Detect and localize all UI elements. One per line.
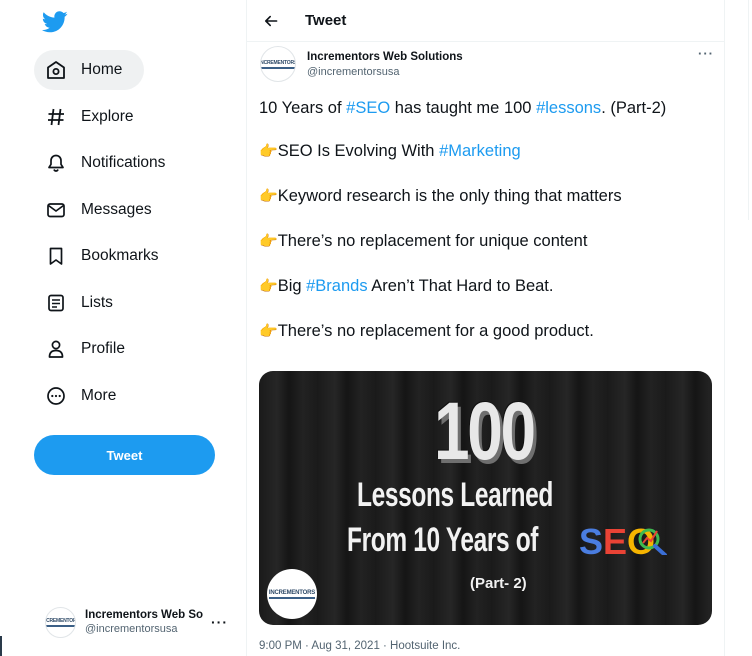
bell-icon [46,153,66,173]
sidebar-item-label: More [81,387,117,404]
account-info: Incrementors Web Solutions @incrementors… [85,609,203,635]
avatar-logo: INCREMENTORS [46,618,75,627]
tweet-line: 👉Keyword research is the only thing that… [259,187,622,205]
more-icon[interactable]: ··· [211,614,228,630]
author-name[interactable]: Incrementors Web Solutions [307,51,463,63]
sidebar-item-more[interactable]: More [34,376,138,416]
tweet-timestamp[interactable]: 9:00 PM · Aug 31, 2021 · Hootsuite Inc. [259,640,460,652]
tweet-line: 👉There’s no replacement for a good produ… [259,322,594,340]
avatar: INCREMENTORS [45,606,76,638]
media-logo: INCREMENTORS [267,569,317,619]
pointing-hand-icon: 👉 [259,188,278,205]
avatar-logo: INCREMENTORS [261,60,295,69]
sidebar-item-messages[interactable]: Messages [34,190,174,230]
back-arrow-icon[interactable] [261,11,281,31]
author-info: Incrementors Web Solutions @incrementors… [307,51,463,78]
tweet-text: 10 Years of #SEO has taught me 100 #less… [259,97,715,365]
sidebar-item-notifications[interactable]: Notifications [34,143,187,183]
pointing-hand-icon: 👉 [259,233,278,250]
mail-icon [46,200,66,220]
sidebar-item-label: Profile [81,340,125,357]
window-edge [0,636,2,656]
home-icon [46,60,66,80]
hashtag-icon [46,107,66,127]
tweet-author: INCREMENTORS Incrementors Web Solutions … [260,46,714,82]
sidebar-item-profile[interactable]: Profile [34,329,147,369]
sidebar-item-bookmarks[interactable]: Bookmarks [34,236,181,276]
tweet-media-image[interactable]: 100 Lessons Learned From 10 Years of SEO… [259,371,712,625]
bookmark-icon [46,246,66,266]
sidebar-item-label: Notifications [81,154,166,171]
account-switcher[interactable]: INCREMENTORS Incrementors Web Solutions … [45,604,235,640]
pointing-hand-icon: 👉 [259,278,278,295]
sidebar-item-label: Explore [81,108,134,125]
media-number: 100 [434,386,536,477]
more-icon[interactable]: ··· [698,46,714,61]
sidebar-item-label: Home [81,61,123,78]
person-icon [46,339,66,359]
media-graphic: 100 Lessons Learned From 10 Years of SEO… [259,371,712,625]
page-title: Tweet [305,12,347,29]
tweet-line: 👉SEO Is Evolving With #Marketing [259,142,521,160]
hashtag-link[interactable]: #Brands [306,277,367,295]
tweet-line: 👉There’s no replacement for unique conte… [259,232,588,250]
hashtag-link[interactable]: #Marketing [439,142,521,160]
twitter-bird-icon[interactable] [41,11,68,33]
account-handle: @incrementorsusa [85,623,178,635]
sidebar-item-label: Messages [81,201,152,218]
tweet-line: 👉Big #Brands Aren’t That Hard to Beat. [259,277,554,295]
page-header: Tweet [247,0,724,42]
main-column: Tweet INCREMENTORS Incrementors Web Solu… [246,0,725,656]
seo-logo: SEO [579,521,667,563]
pointing-hand-icon: 👉 [259,323,278,340]
list-icon [46,293,66,313]
sidebar-item-home[interactable]: Home [34,50,145,90]
sidebar-item-explore[interactable]: Explore [34,97,156,137]
hashtag-link[interactable]: #SEO [346,99,390,117]
magnifier-icon [638,528,667,555]
author-handle[interactable]: @incrementorsusa [307,66,463,78]
media-headline-1: Lessons Learned [357,476,553,514]
sidebar: Home Explore Notifications Messages Book… [0,0,246,656]
account-name: Incrementors Web Solutions [85,609,203,621]
pointing-hand-icon: 👉 [259,143,278,160]
right-panel-edge [748,0,752,220]
sidebar-item-lists[interactable]: Lists [34,283,135,323]
sidebar-item-label: Lists [81,294,113,311]
more-circle-icon [46,386,66,406]
media-headline-2: From 10 Years of [347,521,539,559]
avatar[interactable]: INCREMENTORS [260,46,296,82]
hashtag-link[interactable]: #lessons [536,99,601,117]
media-part-label: (Part- 2) [470,575,527,592]
tweet-button[interactable]: Tweet [34,435,215,475]
sidebar-item-label: Bookmarks [81,247,159,264]
tweet-line: 10 Years of #SEO has taught me 100 #less… [259,99,667,117]
